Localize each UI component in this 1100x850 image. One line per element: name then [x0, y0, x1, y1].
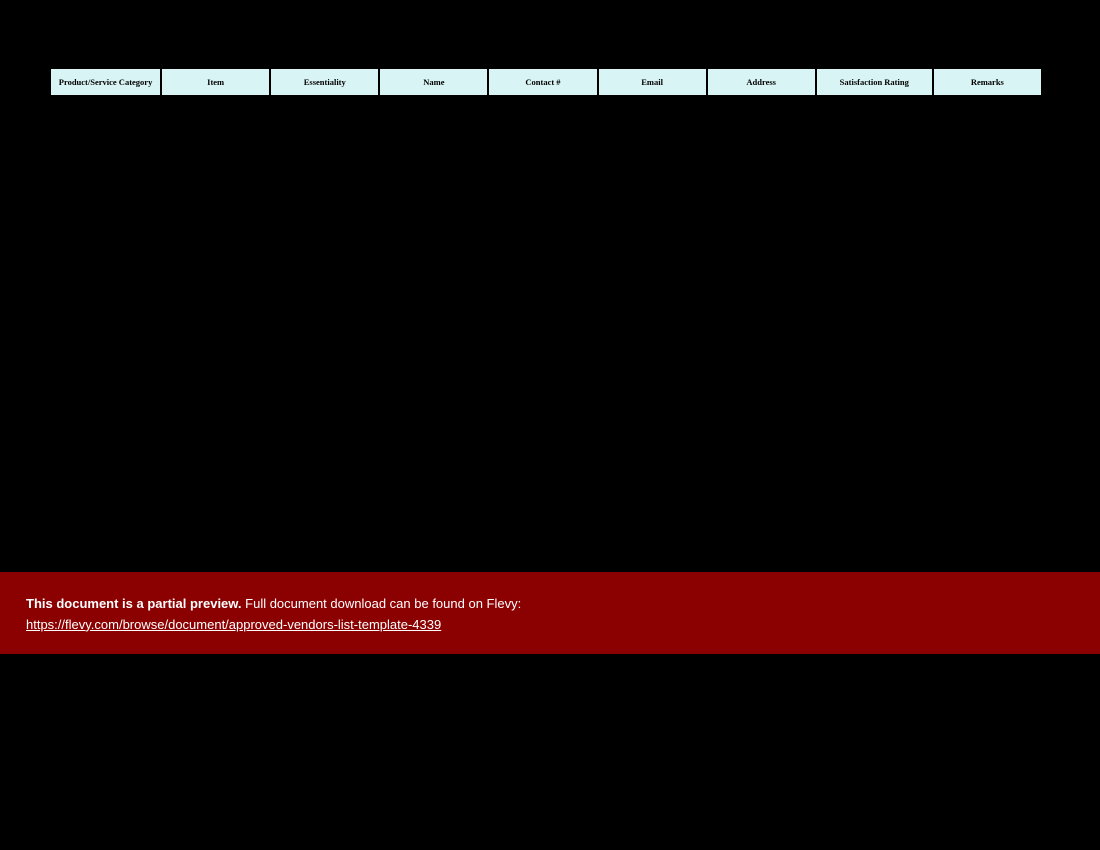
header-email: Email: [598, 68, 707, 96]
notice-text-line: This document is a partial preview. Full…: [26, 594, 1074, 615]
header-name: Name: [379, 68, 488, 96]
header-product-service-category: Product/Service Category: [50, 68, 161, 96]
notice-link[interactable]: https://flevy.com/browse/document/approv…: [26, 617, 441, 632]
header-essentiality: Essentiality: [270, 68, 379, 96]
header-satisfaction-rating: Satisfaction Rating: [816, 68, 933, 96]
header-contact-number: Contact #: [488, 68, 597, 96]
vendors-table: Product/Service Category Item Essentiali…: [50, 68, 1042, 96]
notice-bold-text: This document is a partial preview.: [26, 596, 242, 611]
header-item: Item: [161, 68, 270, 96]
table-header-row: Product/Service Category Item Essentiali…: [50, 68, 1042, 96]
preview-notice-banner: This document is a partial preview. Full…: [0, 572, 1100, 654]
header-address: Address: [707, 68, 816, 96]
header-remarks: Remarks: [933, 68, 1042, 96]
notice-rest-text: Full document download can be found on F…: [242, 596, 522, 611]
